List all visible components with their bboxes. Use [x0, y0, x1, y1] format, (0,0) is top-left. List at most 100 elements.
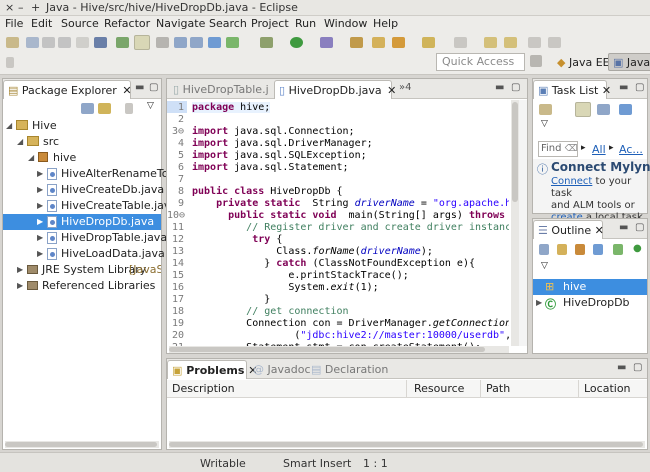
column-path[interactable]: Path [483, 380, 579, 398]
more-tabs-icon[interactable]: »4 [399, 82, 411, 93]
tree-item-hive-package[interactable]: ◢ hive [3, 150, 161, 166]
code-line[interactable]: import java.sql.SQLException; [192, 150, 367, 161]
code-line[interactable]: private static String driverName = "org.… [192, 198, 509, 209]
maximize-view-icon[interactable]: ▢ [635, 82, 644, 93]
code-line[interactable]: Class.forName(driverName); [192, 246, 433, 257]
print-icon[interactable] [58, 37, 71, 48]
outline-item-class[interactable]: ▶ Ⓒ HiveDropDb [533, 295, 647, 311]
filter-all-link[interactable]: All [592, 143, 606, 156]
tree-item-hive-project[interactable]: ◢ Hive [3, 118, 161, 134]
tab-hivedropdb[interactable]: ▯ HiveDropDb.java ✕ [274, 80, 396, 99]
menu-window[interactable]: Window [324, 17, 367, 30]
tab-task-list[interactable]: ▣ Task List ✕ [533, 80, 611, 99]
code-line[interactable]: Connection con = DriverManager.getConnec… [192, 318, 509, 329]
menu-navigate[interactable]: Navigate [156, 17, 205, 30]
code-line[interactable]: e.printStackTrace(); [192, 270, 408, 281]
expanded-arrow-icon[interactable]: ◢ [28, 153, 34, 162]
collapsed-arrow-icon[interactable]: ▶ [37, 249, 43, 258]
tab-javadoc[interactable]: @ Javadoc [249, 360, 311, 379]
minimize-view-icon[interactable]: ▬ [135, 82, 144, 93]
categorized-icon[interactable] [575, 102, 591, 117]
maximize-editor-icon[interactable]: ▢ [511, 82, 520, 93]
code-area[interactable]: 1 package hive; 2 3⊖ import java.sql.Connect… [167, 100, 509, 346]
filter-activated-link[interactable]: Ac... [619, 143, 643, 156]
minimize-window-button[interactable]: – [18, 1, 24, 14]
open-perspective-icon[interactable] [530, 55, 542, 67]
block-selection-icon[interactable] [156, 37, 169, 48]
menu-search[interactable]: Search [209, 17, 247, 30]
sync-icon[interactable] [226, 37, 239, 48]
hide-local-types-icon[interactable] [613, 244, 623, 255]
mylyn-link[interactable]: Connect [551, 176, 592, 187]
code-line[interactable]: package hive; [192, 102, 271, 113]
menu-project[interactable]: Project [251, 17, 289, 30]
column-resource[interactable]: Resource [411, 380, 481, 398]
previous-annotation-icon[interactable] [504, 37, 517, 48]
forward-icon[interactable] [548, 37, 561, 48]
perspective-java[interactable]: ▣ Java [608, 53, 650, 71]
column-location[interactable]: Location [581, 380, 647, 398]
collapse-all-icon[interactable] [81, 103, 94, 114]
expanded-arrow-icon[interactable]: ◢ [6, 121, 12, 130]
toggle-mark-occurrences-icon[interactable] [134, 35, 150, 50]
outline-view-menu-icon[interactable]: ▽ [541, 261, 548, 271]
next-annotation-icon[interactable] [484, 37, 497, 48]
hide-static-icon[interactable] [575, 244, 585, 255]
focus-icon[interactable]: ● [633, 243, 642, 254]
scrollbar-thumb[interactable] [512, 102, 518, 202]
search-icon[interactable] [454, 37, 467, 48]
code-line[interactable]: import java.sql.DriverManager; [192, 138, 373, 149]
tab-declaration[interactable]: ▤ Declaration [307, 360, 388, 379]
show-completed-icon[interactable] [619, 104, 632, 115]
code-line[interactable]: } catch (ClassNotFoundException e){ [192, 258, 475, 269]
editor-vertical-scrollbar[interactable] [511, 100, 519, 346]
collapsed-arrow-icon[interactable]: ▶ [37, 185, 43, 194]
word-wrap-icon[interactable] [190, 37, 203, 48]
collapsed-arrow-icon[interactable]: ▶ [37, 201, 43, 210]
collapsed-arrow-icon[interactable]: ▶ [37, 217, 43, 226]
tab-outline[interactable]: ☰ Outline ✕ [533, 220, 604, 239]
menu-run[interactable]: Run [295, 17, 316, 30]
menu-edit[interactable]: Edit [31, 17, 52, 30]
new-icon[interactable] [6, 37, 19, 48]
code-line[interactable]: System.exit(1); [192, 282, 378, 293]
code-line[interactable]: public static void main(String[] args) t… [192, 210, 509, 221]
open-task-icon[interactable] [208, 37, 221, 48]
focus-icon[interactable] [125, 103, 133, 114]
editor-horizontal-scrollbar[interactable] [169, 346, 509, 353]
code-line[interactable]: try { [192, 234, 282, 245]
clear-find-icon[interactable]: ⌫ [565, 144, 577, 154]
save-all-icon[interactable] [42, 37, 55, 48]
scrollbar-thumb[interactable] [169, 442, 643, 447]
code-line[interactable]: import java.sql.Statement; [192, 162, 349, 173]
horizontal-scrollbar[interactable] [5, 441, 159, 448]
toolbar-overflow-icon[interactable] [6, 57, 14, 68]
tree-item-file[interactable]: ▶ HiveCreateTable.java [3, 198, 177, 214]
menu-refactor[interactable]: Refactor [104, 17, 150, 30]
tab-package-explorer[interactable]: ▤ Package Explorer ✕ [3, 80, 132, 99]
outline-item-package-selected[interactable]: ⊞ hive [533, 279, 647, 295]
collapsed-arrow-icon[interactable]: ▶ [17, 281, 23, 290]
collapsed-arrow-icon[interactable]: ▶ [17, 265, 23, 274]
tree-item-file[interactable]: ▶ HiveCreateDb.java [3, 182, 164, 198]
maximize-view-icon[interactable]: ▢ [149, 82, 158, 93]
code-line[interactable]: import java.sql.Connection; [192, 126, 355, 137]
tree-item-file[interactable]: ▶ HiveAlterRenameTo.java [3, 166, 195, 182]
external-tools-icon[interactable] [320, 37, 333, 48]
maximize-window-button[interactable]: + [31, 1, 40, 14]
view-menu-icon[interactable]: ▽ [147, 101, 154, 111]
minimize-view-icon[interactable]: ▬ [619, 222, 628, 233]
code-line[interactable]: } [192, 294, 270, 305]
close-window-button[interactable]: × [5, 1, 14, 14]
menu-help[interactable]: Help [373, 17, 398, 30]
close-tab-icon[interactable]: ✕ [387, 84, 396, 97]
new-task-icon[interactable] [539, 104, 552, 115]
quick-access-input[interactable]: Quick Access [436, 53, 525, 71]
task-find-input[interactable]: Find ⌫ [538, 141, 578, 157]
tree-item-file[interactable]: ▶ HiveLoadData.java [3, 246, 165, 262]
back-icon[interactable] [528, 37, 541, 48]
tab-problems[interactable]: ▣ Problems ✕ [167, 360, 257, 379]
close-tab-icon[interactable]: ✕ [122, 84, 131, 97]
close-tab-icon[interactable]: ✕ [595, 224, 604, 237]
perspective-java-ee[interactable]: ◆ Java EE [552, 53, 615, 71]
